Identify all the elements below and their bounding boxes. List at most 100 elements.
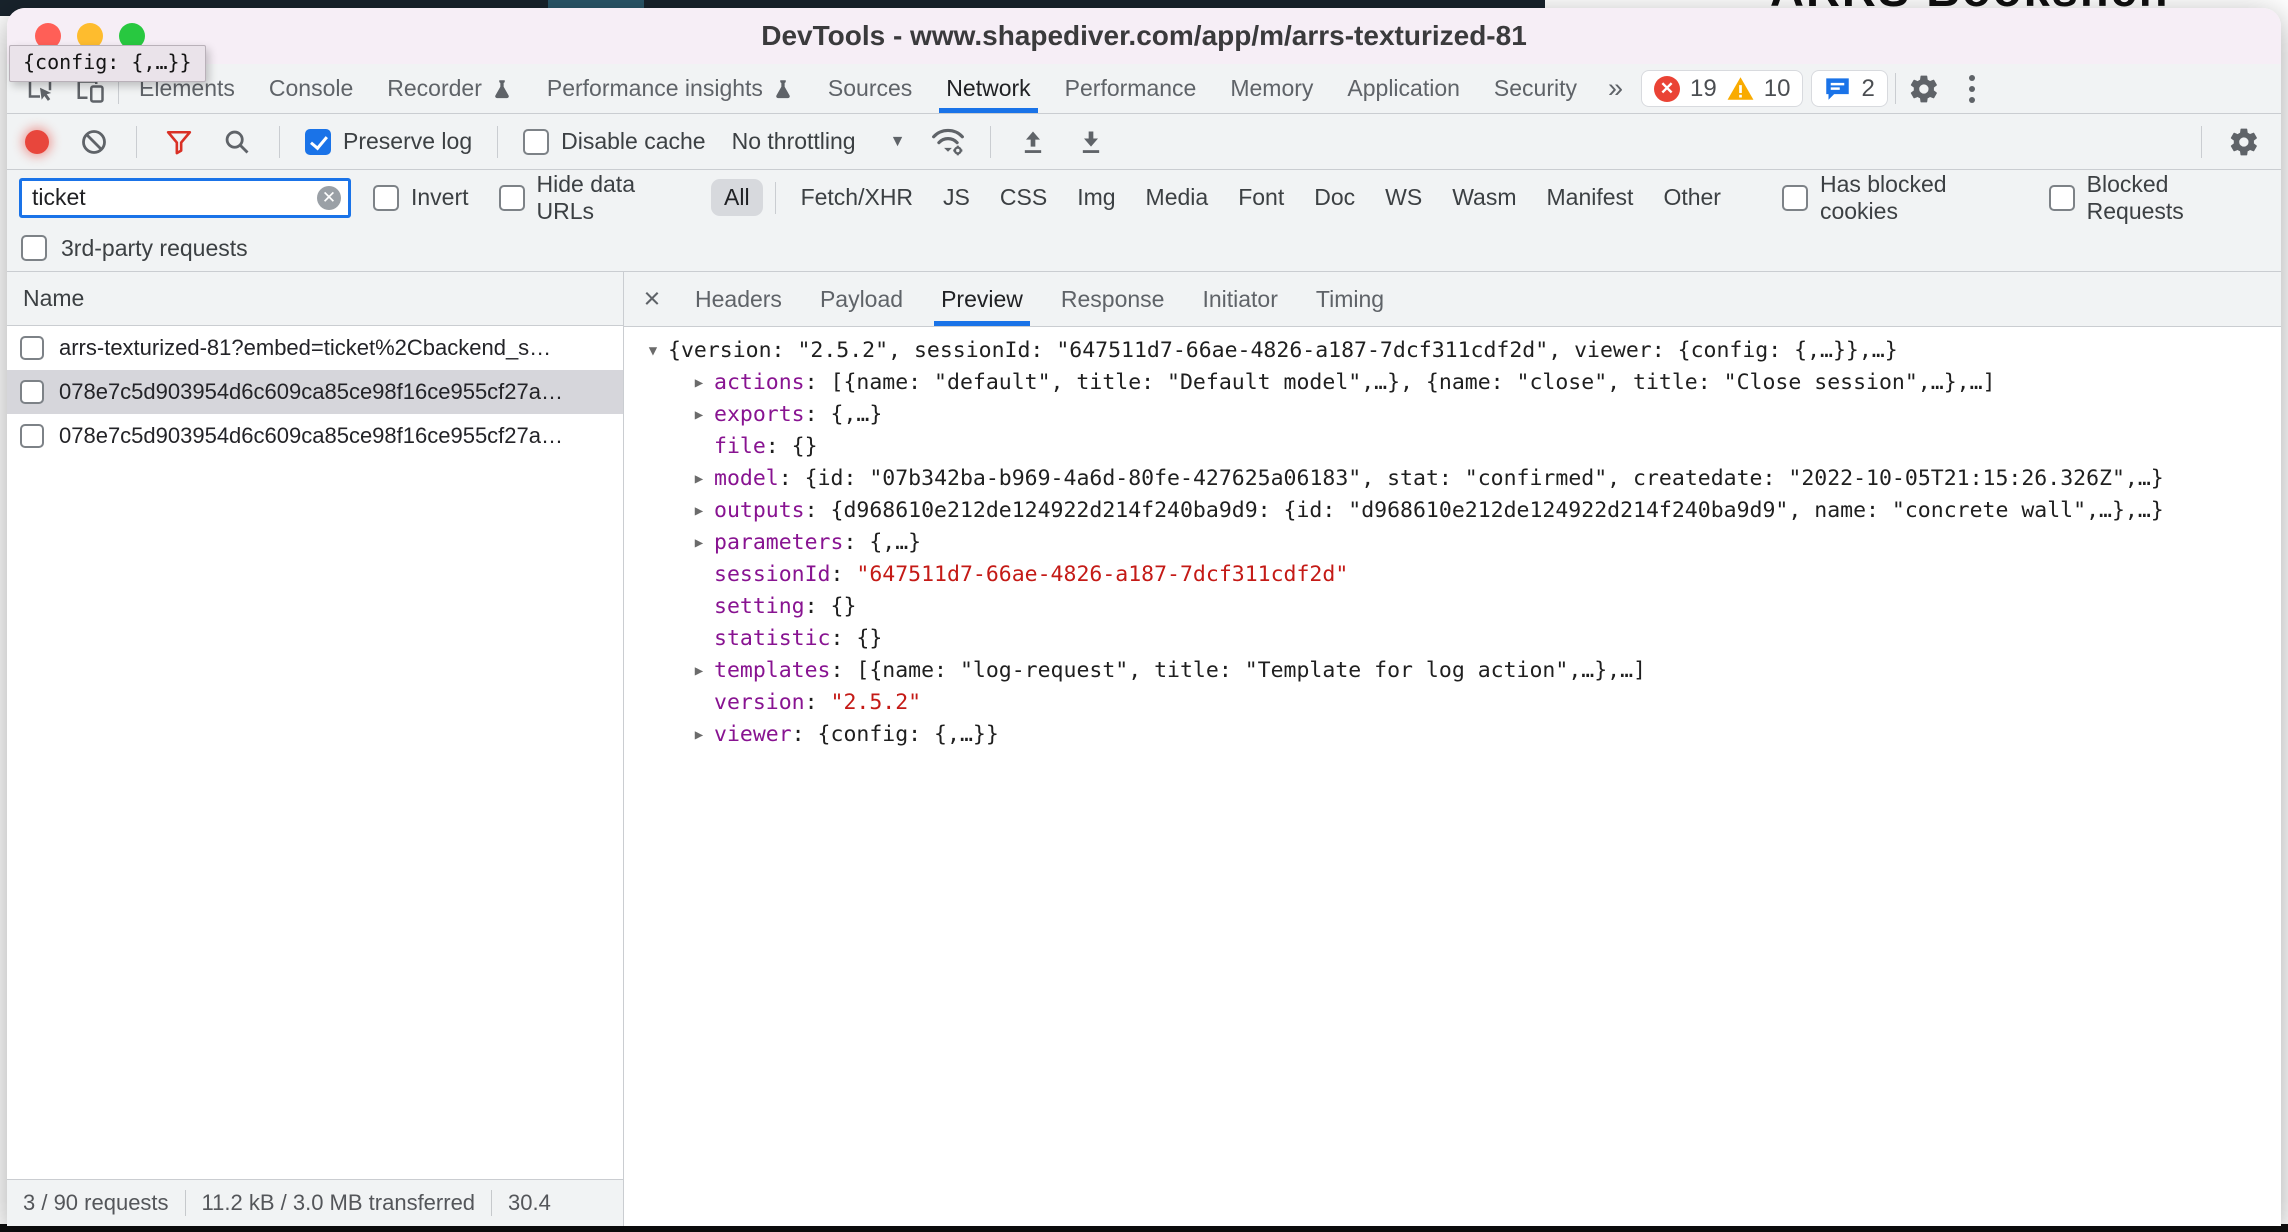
hide-data-urls-control[interactable]: Hide data URLs (491, 171, 697, 225)
more-options-icon[interactable] (1949, 64, 1995, 113)
json-string-value: "647511d7-66ae-4826-a187-7dcf311cdf2d" (856, 562, 1348, 587)
tab-label: Memory (1230, 75, 1313, 102)
disable-cache-checkbox[interactable] (523, 129, 549, 155)
third-party-checkbox[interactable] (21, 235, 47, 261)
json-expandable-line[interactable]: ▶viewer: {config: {,…}} (630, 719, 2281, 751)
tab-security[interactable]: Security (1477, 64, 1594, 113)
detail-tab-preview[interactable]: Preview (922, 272, 1042, 326)
tab-application[interactable]: Application (1330, 64, 1477, 113)
settings-gear-icon[interactable] (1899, 64, 1949, 113)
filter-chip-img[interactable]: Img (1064, 179, 1128, 216)
triangle-collapsed-icon[interactable]: ▶ (684, 527, 714, 559)
detail-tab-payload[interactable]: Payload (801, 272, 922, 326)
blocked-requests-control[interactable]: Blocked Requests (2041, 171, 2269, 225)
triangle-collapsed-icon[interactable]: ▶ (684, 495, 714, 527)
triangle-collapsed-icon[interactable]: ▶ (684, 399, 714, 431)
tab-network[interactable]: Network (929, 64, 1047, 113)
filter-chip-font[interactable]: Font (1225, 179, 1297, 216)
filter-chip-fetch-xhr[interactable]: Fetch/XHR (788, 179, 926, 216)
clear-network-log-icon[interactable] (69, 128, 119, 156)
network-settings-gear-icon[interactable] (2219, 126, 2269, 158)
has-blocked-cookies-control[interactable]: Has blocked cookies (1774, 171, 2027, 225)
third-party-row: 3rd-party requests (7, 225, 2281, 272)
export-har-icon[interactable] (1066, 128, 1116, 156)
toolbar-separator (990, 126, 991, 158)
json-text: : (805, 690, 831, 715)
toolbar-separator (497, 126, 498, 158)
request-row-checkbox[interactable] (20, 336, 44, 360)
close-detail-icon[interactable]: × (628, 272, 676, 326)
preserve-log-control[interactable]: Preserve log (297, 128, 480, 155)
table-row[interactable]: arrs-texturized-81?embed=ticket%2Cbacken… (7, 326, 623, 370)
chip-separator (775, 182, 776, 214)
preserve-log-checkbox[interactable] (305, 129, 331, 155)
triangle-collapsed-icon[interactable]: ▶ (684, 463, 714, 495)
json-expandable-line[interactable]: ▶exports: {,…} (630, 399, 2281, 431)
clear-filter-icon[interactable]: ✕ (317, 186, 341, 210)
json-expandable-line[interactable]: ▼{version: "2.5.2", sessionId: "647511d7… (630, 335, 2281, 367)
json-line: setting: {} (630, 591, 2281, 623)
has-blocked-cookies-checkbox[interactable] (1782, 185, 1808, 211)
filter-chip-doc[interactable]: Doc (1301, 179, 1368, 216)
tab-sources[interactable]: Sources (811, 64, 929, 113)
network-split-view: Name arrs-texturized-81?embed=ticket%2Cb… (7, 272, 2281, 1226)
request-row-checkbox[interactable] (20, 424, 44, 448)
json-key: file (714, 434, 766, 459)
triangle-expanded-icon[interactable]: ▼ (638, 335, 668, 367)
json-key: statistic (714, 626, 831, 651)
request-name: arrs-texturized-81?embed=ticket%2Cbacken… (59, 335, 551, 361)
disable-cache-control[interactable]: Disable cache (515, 128, 713, 155)
triangle-collapsed-icon[interactable]: ▶ (684, 367, 714, 399)
json-expandable-line[interactable]: ▶outputs: {d968610e212de124922d214f240ba… (630, 495, 2281, 527)
table-row[interactable]: 078e7c5d903954d6c609ca85ce98f16ce955cf27… (7, 370, 623, 414)
tab-performance[interactable]: Performance (1048, 64, 1214, 113)
import-har-icon[interactable] (1008, 128, 1058, 156)
triangle-collapsed-icon[interactable]: ▶ (684, 655, 714, 687)
blocked-requests-checkbox[interactable] (2049, 185, 2075, 211)
filter-chip-wasm[interactable]: Wasm (1439, 179, 1529, 216)
search-icon[interactable] (212, 128, 262, 156)
detail-tab-timing[interactable]: Timing (1297, 272, 1403, 326)
resources-size: 30.4 (491, 1190, 567, 1216)
json-expandable-line[interactable]: ▶actions: [{name: "default", title: "Def… (630, 367, 2281, 399)
network-conditions-icon[interactable] (923, 127, 973, 157)
json-expandable-line[interactable]: ▶templates: [{name: "log-request", title… (630, 655, 2281, 687)
name-column-header[interactable]: Name (7, 272, 623, 326)
json-text: : {} (805, 594, 857, 619)
json-expandable-line[interactable]: ▶parameters: {,…} (630, 527, 2281, 559)
filter-chip-media[interactable]: Media (1133, 179, 1222, 216)
detail-tab-response[interactable]: Response (1042, 272, 1184, 326)
filter-funnel-icon[interactable] (154, 129, 204, 155)
errors-warnings-badge[interactable]: ✕ 19 10 (1641, 70, 1803, 107)
issues-badge[interactable]: 2 (1811, 70, 1887, 107)
more-tabs-button[interactable]: » (1594, 64, 1637, 113)
devtools-tabbar: ElementsConsoleRecorderPerformance insig… (7, 64, 2281, 114)
json-expandable-line[interactable]: ▶model: {id: "07b342ba-b969-4a6d-80fe-42… (630, 463, 2281, 495)
request-row-checkbox[interactable] (20, 380, 44, 404)
detail-tab-initiator[interactable]: Initiator (1183, 272, 1296, 326)
filter-input[interactable] (19, 178, 351, 218)
invert-checkbox[interactable] (373, 185, 399, 211)
json-text: : {d968610e212de124922d214f240ba9d9: {id… (805, 498, 2164, 523)
triangle-collapsed-icon[interactable]: ▶ (684, 719, 714, 751)
hide-data-urls-checkbox[interactable] (499, 185, 525, 211)
json-text: : {id: "07b342ba-b969-4a6d-80fe-427625a0… (779, 466, 2164, 491)
filter-chip-all[interactable]: All (711, 179, 763, 216)
filter-chip-manifest[interactable]: Manifest (1534, 179, 1647, 216)
record-button[interactable] (25, 130, 49, 154)
tab-memory[interactable]: Memory (1213, 64, 1330, 113)
table-row[interactable]: 078e7c5d903954d6c609ca85ce98f16ce955cf27… (7, 414, 623, 458)
filter-chip-ws[interactable]: WS (1372, 179, 1435, 216)
tab-performance-insights[interactable]: Performance insights (530, 64, 811, 113)
tab-console[interactable]: Console (252, 64, 370, 113)
blocked-requests-label: Blocked Requests (2087, 171, 2261, 225)
tab-recorder[interactable]: Recorder (370, 64, 530, 113)
filter-chip-css[interactable]: CSS (987, 179, 1060, 216)
throttling-select[interactable]: No throttling ▼ (722, 128, 916, 155)
filter-chip-other[interactable]: Other (1650, 179, 1734, 216)
detail-tab-headers[interactable]: Headers (676, 272, 801, 326)
resource-type-chips: All Fetch/XHRJSCSSImgMediaFontDocWSWasmMa… (711, 179, 1734, 216)
filter-chip-js[interactable]: JS (930, 179, 983, 216)
window-titlebar: DevTools - www.shapediver.com/app/m/arrs… (7, 8, 2281, 64)
invert-control[interactable]: Invert (365, 184, 477, 211)
